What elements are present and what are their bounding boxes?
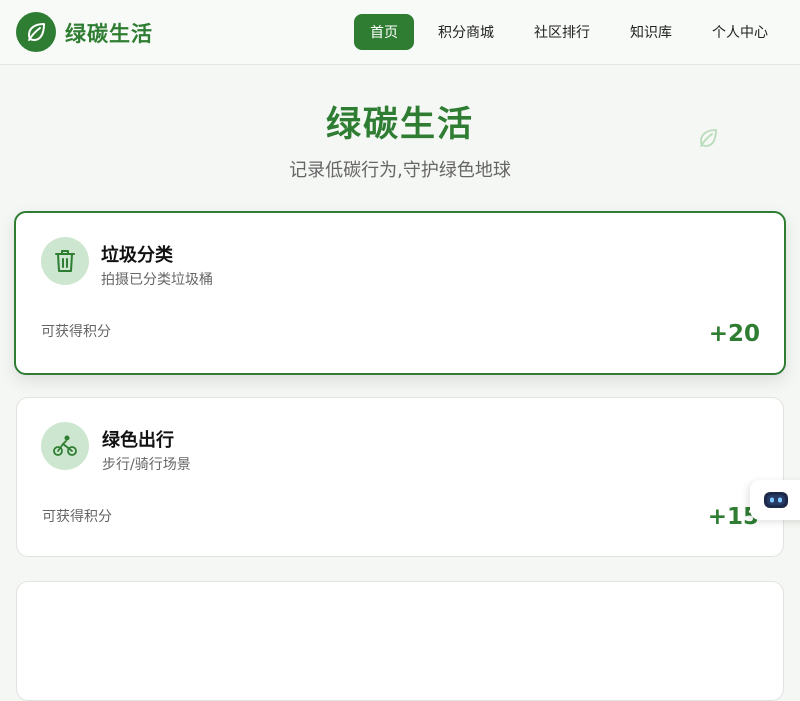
nav-personal-center[interactable]: 个人中心 — [700, 14, 780, 50]
leaf-logo-icon[interactable] — [16, 12, 56, 52]
nav-home[interactable]: 首页 — [354, 14, 414, 50]
hero-title: 绿碳生活 — [325, 105, 474, 145]
activity-card-green-travel[interactable]: 绿色出行 步行/骑行场景 可获得积分 +15 — [16, 397, 784, 557]
trash-can-icon — [41, 237, 89, 285]
robot-icon — [764, 492, 788, 508]
nav-community-ranking[interactable]: 社区排行 — [524, 14, 600, 50]
activity-description: 步行/骑行场景 — [102, 457, 191, 473]
decorative-leaf-icon — [700, 129, 717, 147]
points-label: 可获得积分 — [41, 324, 111, 340]
activity-description: 拍摄已分类垃圾桶 — [101, 272, 213, 288]
points-label: 可获得积分 — [42, 509, 112, 525]
bicycle-icon — [41, 422, 89, 470]
activity-title: 绿色出行 — [102, 430, 174, 451]
nav-points-mall[interactable]: 积分商城 — [428, 14, 504, 50]
activity-card-waste-sorting[interactable]: 垃圾分类 拍摄已分类垃圾桶 可获得积分 +20 — [14, 211, 786, 375]
activity-title: 垃圾分类 — [101, 245, 173, 266]
nav-knowledge-base[interactable]: 知识库 — [620, 14, 682, 50]
assistant-robot-button[interactable] — [750, 480, 800, 520]
points-value: +20 — [708, 321, 760, 347]
hero-subtitle: 记录低碳行为,守护绿色地球 — [289, 160, 511, 181]
top-navigation-bar: 绿碳生活 首页 积分商城 社区排行 知识库 个人中心 — [0, 0, 800, 65]
activity-card-partial[interactable] — [16, 581, 784, 701]
brand-name[interactable]: 绿碳生活 — [65, 18, 153, 48]
